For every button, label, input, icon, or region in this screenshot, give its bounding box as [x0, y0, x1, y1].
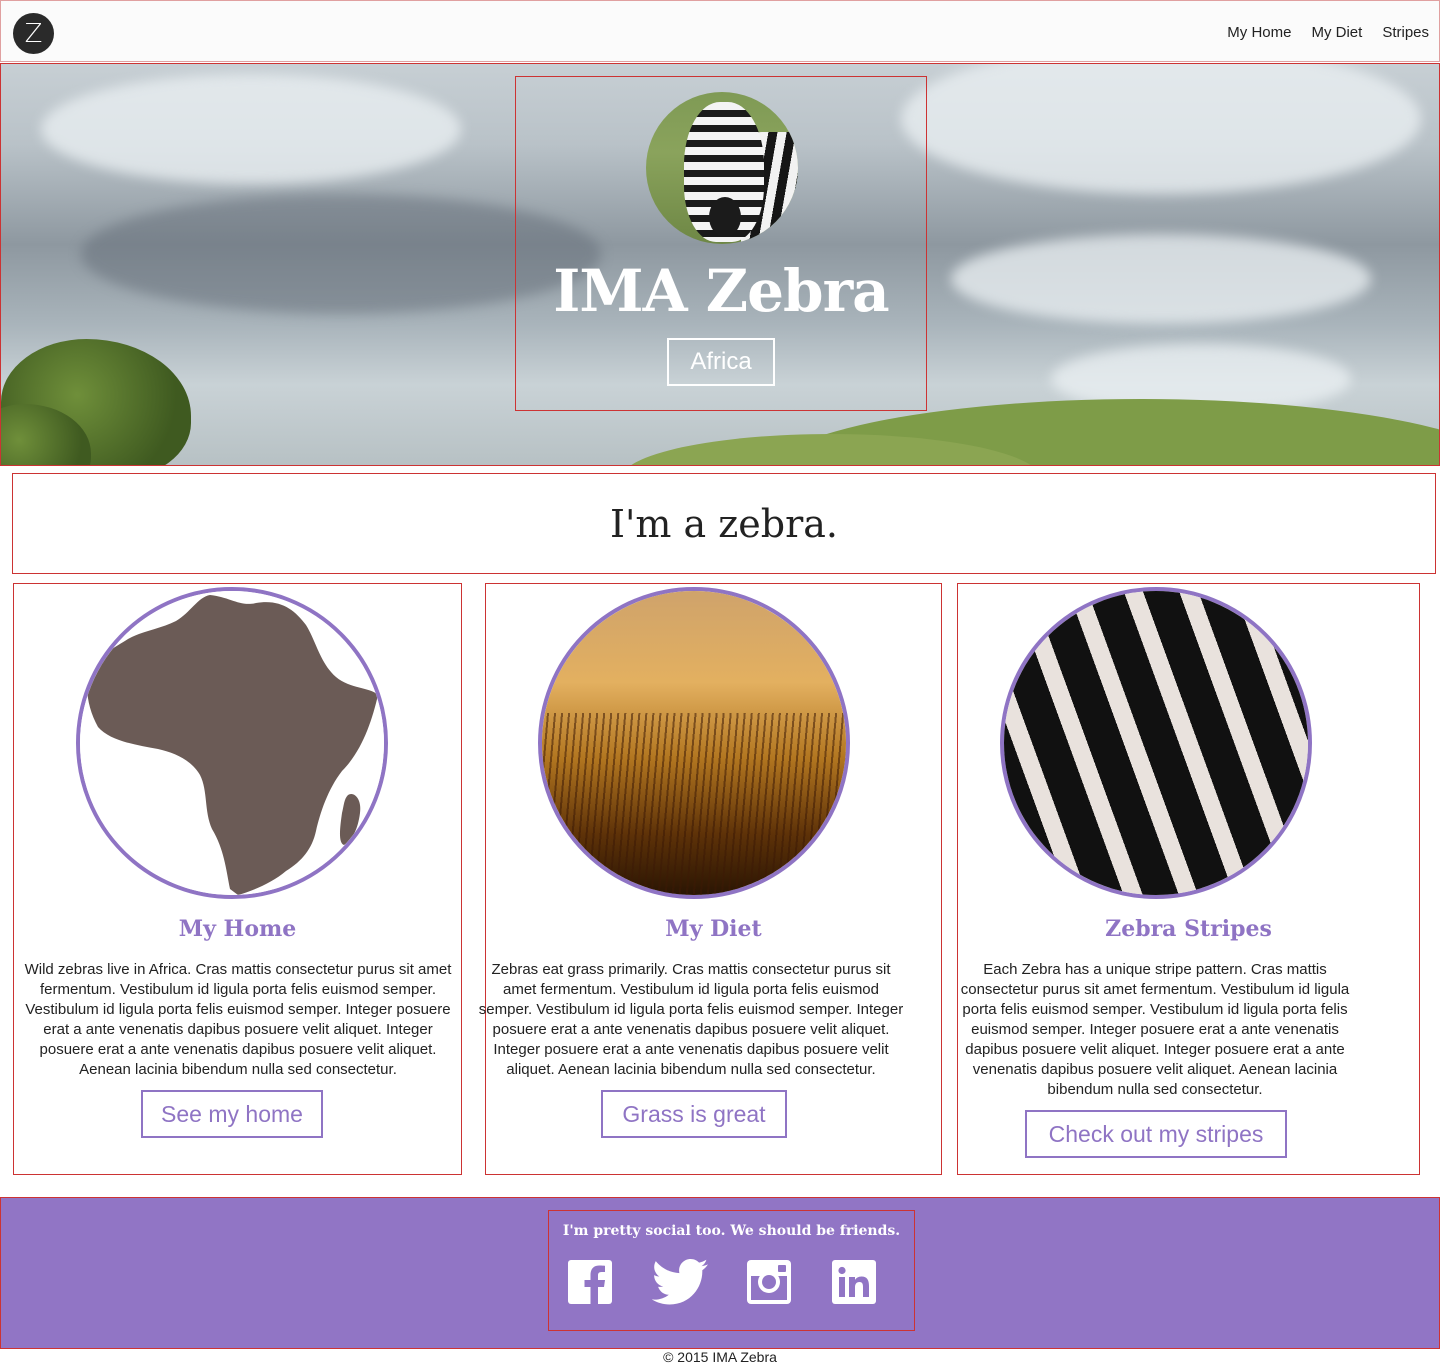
hero-banner: IMA Zebra Africa [0, 63, 1440, 466]
africa-map-icon [87, 595, 379, 895]
nav-link-my-home[interactable]: My Home [1227, 24, 1291, 41]
social-links [567, 1259, 877, 1305]
hero-content: IMA Zebra Africa [515, 76, 927, 411]
top-nav: Z My Home My Diet Stripes [0, 0, 1440, 62]
intro-heading: I'm a zebra. [609, 501, 839, 546]
see-my-home-button[interactable]: See my home [141, 1090, 323, 1138]
card-title: Zebra Stripes [1105, 916, 1272, 942]
card-zebra-stripes: Zebra Stripes Each Zebra has a unique st… [957, 583, 1420, 1175]
card-title: My Diet [665, 916, 762, 942]
logo-letter: Z [24, 18, 43, 49]
card-title: My Home [178, 916, 297, 942]
nav-link-my-diet[interactable]: My Diet [1311, 24, 1362, 41]
social-footer: I'm pretty social too. We should be frie… [0, 1197, 1440, 1349]
cloud-shape [951, 234, 1371, 324]
card-text: Zebras eat grass primarily. Cras mattis … [478, 961, 904, 1078]
card-my-home: My Home Wild zebras live in Africa. Cras… [13, 583, 462, 1175]
cloud-shape [901, 64, 1421, 194]
card-my-diet: My Diet Zebras eat grass primarily. Cras… [479, 583, 942, 1175]
zebra-stripes-icon [1004, 591, 1308, 895]
social-tagline: I'm pretty social too. We should be frie… [562, 1223, 901, 1239]
grass-is-great-button[interactable]: Grass is great [601, 1090, 787, 1138]
intro-section: I'm a zebra. [12, 473, 1436, 574]
nav-links: My Home My Diet Stripes [1227, 24, 1429, 41]
zebra-avatar [646, 92, 798, 244]
card-text: Wild zebras live in Africa. Cras mattis … [24, 961, 452, 1078]
instagram-icon[interactable] [746, 1259, 792, 1305]
zebra-head-shape [684, 102, 764, 242]
linkedin-icon[interactable] [831, 1259, 877, 1305]
nav-link-stripes[interactable]: Stripes [1382, 24, 1429, 41]
facebook-icon[interactable] [567, 1259, 613, 1305]
copyright: © 2015 IMA Zebra [663, 1349, 777, 1365]
twitter-icon[interactable] [651, 1259, 708, 1305]
grass-photo-icon [542, 591, 846, 895]
cloud-shape [41, 74, 461, 184]
stripes-image [1000, 587, 1312, 899]
africa-button[interactable]: Africa [667, 338, 775, 386]
zebra-logo[interactable]: Z [13, 13, 54, 54]
card-text: Each Zebra has a unique stripe pattern. … [960, 961, 1350, 1098]
social-box: I'm pretty social too. We should be frie… [548, 1210, 915, 1331]
grass-image [538, 587, 850, 899]
hero-title: IMA Zebra [553, 257, 889, 325]
check-out-my-stripes-button[interactable]: Check out my stripes [1025, 1110, 1287, 1158]
africa-map-image [76, 587, 388, 899]
